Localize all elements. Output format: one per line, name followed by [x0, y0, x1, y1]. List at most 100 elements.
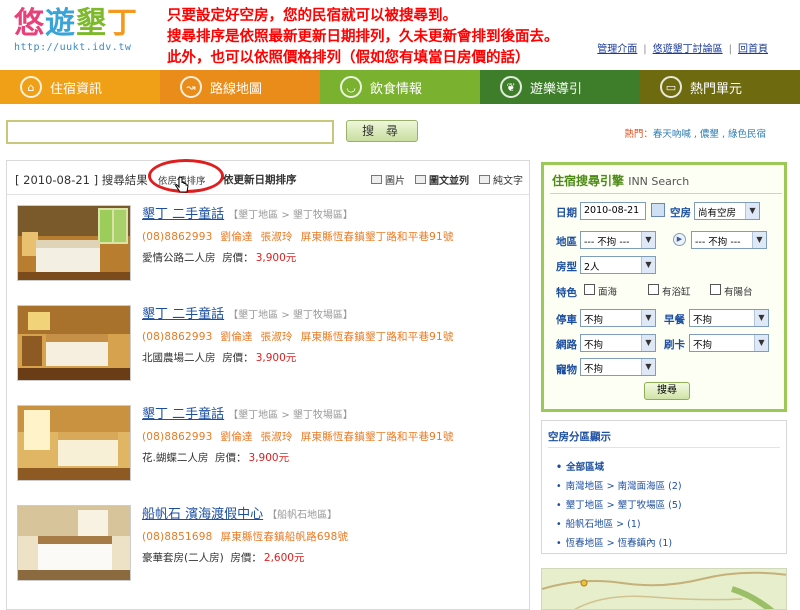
- logo-char: 悠: [14, 6, 45, 41]
- listing-owner: 張淑玲: [260, 231, 293, 243]
- area-item[interactable]: 恆春地區 > 恆春鎮內 (1): [556, 535, 672, 549]
- view-label: 圖文並列: [429, 176, 469, 187]
- forum-link[interactable]: 悠遊墾丁討論區: [653, 44, 723, 55]
- area-item[interactable]: 墾丁地區 > 墾丁牧場區 (5): [556, 497, 682, 511]
- grid-icon: [371, 175, 382, 184]
- logo-url: http://uukt.idv.tw: [14, 42, 132, 53]
- room-name: 花.蝴蝶二人房: [142, 452, 209, 464]
- hot-keyword-links[interactable]: 春天吶喊 , 儂墾 , 綠色民宿: [653, 129, 766, 140]
- view-image[interactable]: 圖片: [371, 172, 405, 187]
- calendar-icon[interactable]: [651, 203, 665, 217]
- card-select[interactable]: 不拘 ▼: [689, 334, 769, 352]
- annotation-note: 只要設定好空房，您的民宿就可以被搜尋到。 搜尋排序是依照最新更新日期排列，久未更…: [167, 6, 559, 69]
- select-value: --- 不拘 ---: [584, 237, 630, 248]
- area-item[interactable]: 船帆石地區 > (1): [556, 516, 641, 530]
- balcony-checkbox[interactable]: [710, 284, 721, 295]
- view-switcher: 圖片 圖文並列 純文字: [371, 172, 523, 187]
- room-price: 2,600元: [263, 552, 305, 564]
- sea-view-checkbox[interactable]: [584, 284, 595, 295]
- room-photo[interactable]: [17, 505, 131, 581]
- divider: [548, 447, 780, 448]
- listing-item: 墾丁 二手童話 【墾丁地區 > 墾丁牧場區】 (08)8862993 劉倫達 張淑玲屏…: [7, 401, 529, 501]
- listing-address: 屏東縣恆春鎮墾丁路和平巷91號: [300, 331, 454, 343]
- listing-contact: (08)8862993 劉倫達 張淑玲 屏東縣恆春鎮墾丁路和平巷91號: [142, 229, 522, 244]
- view-image-text[interactable]: 圖文並列: [415, 172, 469, 187]
- subregion-select[interactable]: --- 不拘 --- ▼: [691, 231, 767, 249]
- room-photo[interactable]: [17, 205, 131, 281]
- select-value: 不拘: [584, 340, 604, 351]
- breakfast-select[interactable]: 不拘 ▼: [689, 309, 769, 327]
- area-list-panel: 空房分區顯示 全部區域 南灣地區 > 南灣面海區 (2) 墾丁地區 > 墾丁牧場…: [541, 420, 787, 554]
- listing-name-link[interactable]: 墾丁 二手童話: [142, 307, 224, 322]
- nav-item-route-map[interactable]: ↝ 路線地圖: [160, 70, 320, 104]
- nav-item-leisure[interactable]: ❦ 遊樂導引: [480, 70, 640, 104]
- nav-label: 路線地圖: [210, 81, 263, 97]
- search-button[interactable]: 搜 尋: [346, 120, 418, 142]
- listing-owner: 劉倫達: [220, 331, 253, 343]
- select-value: 不拘: [693, 315, 713, 326]
- map-preview[interactable]: [541, 568, 787, 610]
- listing-name-link[interactable]: 墾丁 二手童話: [142, 207, 224, 222]
- text-list-icon: [479, 175, 490, 184]
- engine-title: 住宿搜尋引擎: [552, 174, 625, 188]
- search-input[interactable]: [6, 120, 334, 144]
- price-label: 房價：: [215, 452, 247, 464]
- bathtub-checkbox[interactable]: [648, 284, 659, 295]
- listing-name-link[interactable]: 墾丁 二手童話: [142, 407, 224, 422]
- listing-name-link[interactable]: 船帆石 濱海渡假中心: [142, 507, 263, 522]
- tv-icon: ▭: [660, 76, 682, 98]
- home-link[interactable]: 回首頁: [738, 44, 768, 55]
- listing-area: 【墾丁地區 > 墾丁牧場區】: [228, 210, 353, 221]
- inn-search-title: 住宿搜尋引擎 INN Search: [552, 172, 689, 189]
- parking-label: 停車: [556, 314, 577, 326]
- list-image-icon: [415, 175, 426, 184]
- note-line: 只要設定好空房，您的民宿就可以被搜尋到。: [167, 8, 457, 24]
- internet-label: 網路: [556, 339, 577, 351]
- view-text-only[interactable]: 純文字: [479, 172, 523, 187]
- nav-item-food[interactable]: ◡ 飲食情報: [320, 70, 480, 104]
- bowl-icon: ◡: [340, 76, 362, 98]
- pet-select[interactable]: 不拘 ▼: [580, 358, 656, 376]
- nav-item-lodging[interactable]: ⌂ 住宿資訊: [0, 70, 160, 104]
- listing-address: 屏東縣恆春鎮墾丁路和平巷91號: [300, 231, 454, 243]
- internet-select[interactable]: 不拘 ▼: [580, 334, 656, 352]
- vacancy-select[interactable]: 尚有空房 ▼: [694, 202, 760, 220]
- date-label: 日期: [556, 207, 577, 219]
- chevron-down-icon: ▼: [641, 310, 655, 326]
- engine-search-button[interactable]: 搜尋: [644, 382, 690, 400]
- listing-room: 花.蝴蝶二人房 房價： 3,900元: [142, 450, 522, 465]
- room-photo[interactable]: [17, 305, 131, 381]
- chevron-down-icon: ▼: [752, 232, 766, 248]
- listing-contact: (08)8862993 劉倫達 張淑玲 屏東縣恆春鎮墾丁路和平巷91號: [142, 429, 522, 444]
- room-photo[interactable]: [17, 405, 131, 481]
- listing-room: 北國農場二人房 房價： 3,900元: [142, 350, 522, 365]
- main-nav: ⌂ 住宿資訊 ↝ 路線地圖 ◡ 飲食情報 ❦ 遊樂導引 ▭ 熱門單元: [0, 70, 800, 104]
- nav-label: 飲食情報: [370, 81, 423, 97]
- price-label: 房價：: [230, 552, 262, 564]
- chevron-down-icon: ▼: [641, 359, 655, 375]
- area-item-all[interactable]: 全部區域: [556, 459, 604, 473]
- chevron-down-icon: ▼: [641, 232, 655, 248]
- checkbox-label: 有浴缸: [662, 287, 691, 298]
- site-logo[interactable]: 悠遊墾丁 http://uukt.idv.tw: [14, 4, 138, 53]
- select-value: --- 不拘 ---: [695, 237, 741, 248]
- admin-link[interactable]: 管理介面: [597, 44, 637, 55]
- nav-item-hot[interactable]: ▭ 熱門單元: [640, 70, 800, 104]
- listing-info: 墾丁 二手童話 【墾丁地區 > 墾丁牧場區】 (08)8862993 劉倫達 張淑玲屏…: [142, 403, 522, 465]
- parking-select[interactable]: 不拘 ▼: [580, 309, 656, 327]
- divider: [550, 193, 782, 194]
- listing-area: 【墾丁地區 > 墾丁牧場區】: [228, 310, 353, 321]
- listing-phone: (08)8862993: [142, 431, 213, 443]
- listing-room: 愛情公路二人房 房價： 3,900元: [142, 250, 522, 265]
- listing-owner: 劉倫達: [220, 231, 253, 243]
- date-input[interactable]: 2010-08-21: [580, 202, 646, 220]
- price-label: 房價：: [222, 252, 254, 264]
- note-line: 此外，也可以依照價格排列（假如您有填當日房價的話）: [167, 50, 530, 66]
- listing-phone: (08)8851698: [142, 531, 213, 543]
- region-select[interactable]: --- 不拘 --- ▼: [580, 231, 656, 249]
- area-item[interactable]: 南灣地區 > 南灣面海區 (2): [556, 478, 682, 492]
- nav-label: 熱門單元: [690, 81, 743, 97]
- sort-by-update-link[interactable]: 依更新日期排序: [223, 172, 297, 187]
- map-image: [542, 569, 786, 609]
- roomtype-select[interactable]: 2人 ▼: [580, 256, 656, 274]
